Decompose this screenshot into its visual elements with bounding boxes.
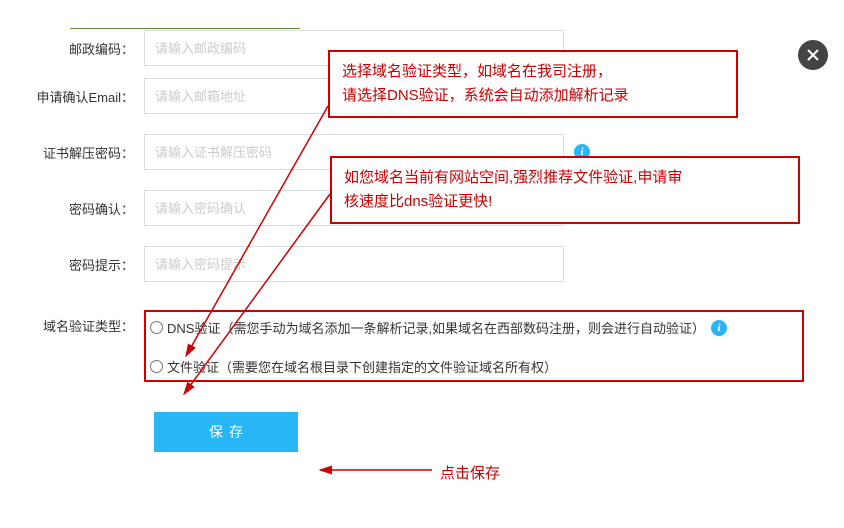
postal-code-label: 邮政编码： <box>0 39 144 58</box>
annotation-file-verify: 如您域名当前有网站空间,强烈推荐文件验证,申请审 核速度比dns验证更快! <box>330 156 800 224</box>
save-button[interactable]: 保存 <box>154 412 298 452</box>
domain-verify-label: 域名验证类型： <box>0 310 144 335</box>
radio-dns-input[interactable] <box>150 321 163 334</box>
email-label: 申请确认Email： <box>0 87 144 106</box>
domain-verify-group: DNS验证（需您手动为域名添加一条解析记录,如果域名在西部数码注册，则会进行自动… <box>144 310 804 382</box>
password-hint-label: 密码提示： <box>0 255 144 274</box>
password-confirm-label: 密码确认： <box>0 199 144 218</box>
radio-file-label: 文件验证（需要您在域名根目录下创建指定的文件验证域名所有权） <box>167 357 557 376</box>
radio-file[interactable]: 文件验证（需要您在域名根目录下创建指定的文件验证域名所有权） <box>150 357 798 376</box>
annotation-verify-type: 选择域名验证类型，如域名在我司注册， 请选择DNS验证，系统会自动添加解析记录 <box>328 50 738 118</box>
annotation-save: 点击保存 <box>440 462 500 483</box>
cert-password-label: 证书解压密码： <box>0 143 144 162</box>
close-button[interactable] <box>798 40 828 70</box>
close-icon <box>806 48 820 62</box>
info-icon[interactable]: i <box>711 320 727 336</box>
radio-file-input[interactable] <box>150 360 163 373</box>
radio-dns-label: DNS验证（需您手动为域名添加一条解析记录,如果域名在西部数码注册，则会进行自动… <box>167 318 705 337</box>
password-hint-input[interactable] <box>144 246 564 282</box>
radio-dns[interactable]: DNS验证（需您手动为域名添加一条解析记录,如果域名在西部数码注册，则会进行自动… <box>150 318 798 337</box>
top-divider <box>70 28 300 29</box>
